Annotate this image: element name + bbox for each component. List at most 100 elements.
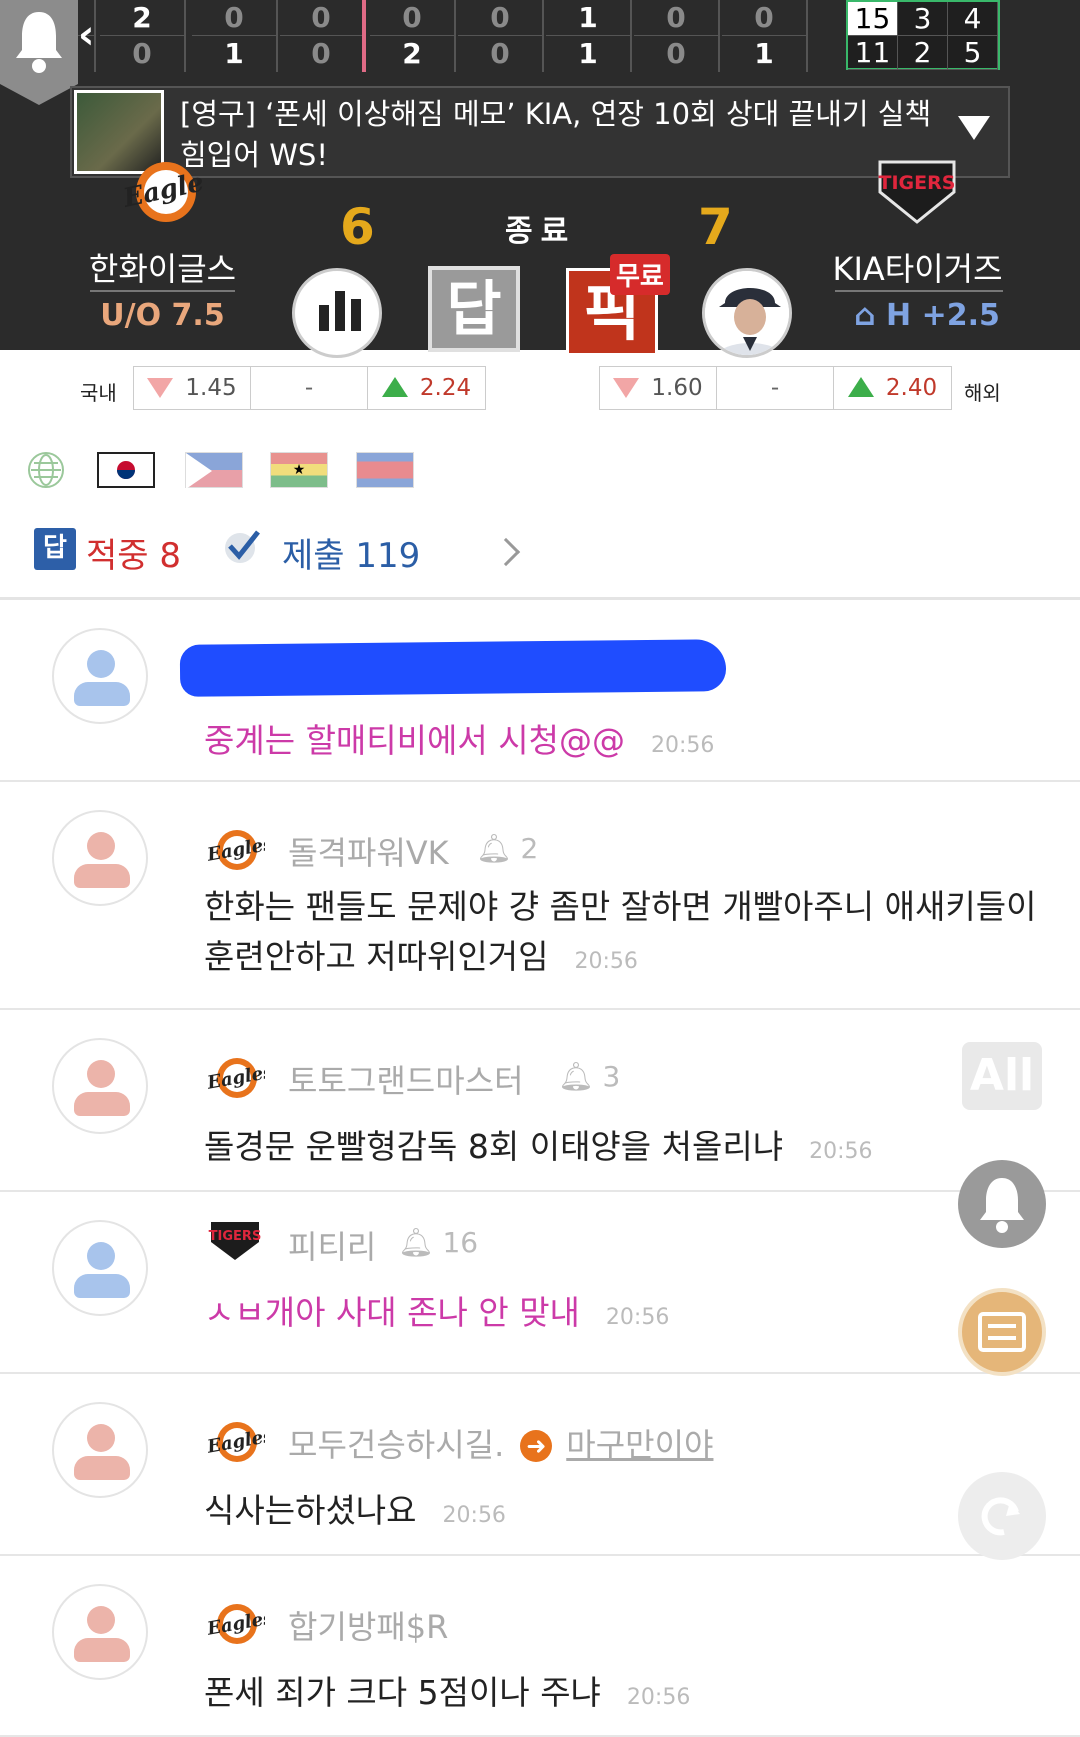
globe-lines-icon <box>31 454 61 486</box>
home-team-line-text: H +2.5 <box>886 298 1000 333</box>
avatar[interactable] <box>52 810 148 906</box>
avatar[interactable] <box>52 1402 148 1498</box>
comment-text-body: 식사는하셨나요 <box>204 1491 417 1530</box>
comment-username[interactable]: 모두건승하시길. ➜ 마구만이야 <box>288 1420 713 1466</box>
comment-text: 돌경문 운빨형감독 8회 이태양을 처올리냐 20:56 <box>204 1122 872 1177</box>
inning-column: 11 <box>546 0 632 72</box>
inning-bottom-score: 0 <box>311 37 331 70</box>
inning-top-score: 0 <box>370 0 454 36</box>
comment-text: ㅅㅂ개아 사대 존나 안 맞내 20:56 <box>204 1288 669 1343</box>
bell-count: 2 <box>520 832 539 865</box>
overseas-odds: 1.60 - 2.40 <box>599 366 952 410</box>
avatar[interactable] <box>52 1220 148 1316</box>
inning-column: 02 <box>370 0 456 72</box>
all-button[interactable]: All <box>962 1042 1042 1110</box>
comment-username[interactable]: 피티리 <box>288 1222 376 1268</box>
flag-cambodia-icon[interactable] <box>356 452 414 488</box>
inning-top-score: 0 <box>192 0 276 36</box>
flag-korea-icon[interactable] <box>97 452 155 488</box>
inning-bottom-score: 1 <box>224 37 244 70</box>
notification-tab[interactable] <box>0 0 78 105</box>
answer-button[interactable]: 답 <box>428 266 520 352</box>
avatar-head <box>87 1242 115 1270</box>
comment-text-body: 중계는 할매티비에서 시청@@ <box>204 721 625 760</box>
comment-item: Eagles 돌격파워VK 🔔︎ 2 한화는 팬들도 문제야 걍 좀만 잘하면 개빨아… <box>0 782 1080 1010</box>
comment-username[interactable]: 토토그랜드마스터 <box>288 1056 524 1102</box>
comment-time: 20:56 <box>650 733 715 758</box>
home-runs: 11 <box>848 36 898 70</box>
username-text[interactable]: 모두건승하시길. <box>288 1426 504 1464</box>
eagles-logo-icon: Eagles <box>205 1056 275 1100</box>
avatar-head <box>87 1606 115 1634</box>
rhe-scoreboard: 15 3 4 11 2 5 <box>846 0 1000 70</box>
avatar-body <box>74 1092 130 1116</box>
list-fab-button[interactable] <box>958 1288 1046 1376</box>
redaction-scribble <box>179 639 727 697</box>
comment-bell: 🔔︎ 3 <box>558 1060 620 1093</box>
inning-top-score: 2 <box>100 0 184 36</box>
tigers-logo-text: TIGERS <box>879 172 956 194</box>
inning-column: 01 <box>722 0 808 72</box>
overseas-draw-odds[interactable]: - <box>717 367 834 409</box>
domestic-home-odds[interactable]: 2.24 <box>368 367 485 409</box>
inning-bottom-score: 0 <box>666 37 686 70</box>
overseas-away-odds[interactable]: 1.60 <box>600 367 717 409</box>
inning-bottom-score: 2 <box>402 37 422 70</box>
away-runs: 15 <box>848 2 898 36</box>
username-text[interactable]: 피티리 <box>288 1228 376 1266</box>
tigers-logo-icon: TIGERS <box>205 1218 265 1262</box>
submit-count: 제출 119 <box>282 536 421 576</box>
domestic-draw-odds[interactable]: - <box>251 367 368 409</box>
bell-count: 16 <box>442 1226 479 1259</box>
flag-ghana-icon[interactable]: ★ <box>270 452 328 488</box>
eagles-logo: Eagles <box>120 162 204 222</box>
player-photo-icon <box>705 271 789 355</box>
avatar[interactable] <box>52 1584 148 1680</box>
refresh-icon <box>981 1497 1020 1536</box>
bell-count: 3 <box>602 1060 621 1093</box>
comment-username[interactable]: 돌격파워VK <box>288 828 449 874</box>
comment-item: Eagles 합기방패$R 폰세 죄가 크다 5점이나 주냐 20:56 <box>0 1556 1080 1737</box>
list-icon <box>978 1312 1026 1352</box>
comment-time: 20:56 <box>605 1305 670 1330</box>
player-button[interactable] <box>702 268 792 358</box>
avatar-body <box>74 864 130 888</box>
inning-column: 00 <box>634 0 720 72</box>
home-icon: ⌂ <box>854 298 876 333</box>
bell-fab-button[interactable] <box>958 1160 1046 1248</box>
avatar[interactable] <box>52 628 148 724</box>
away-score: 6 <box>340 198 375 256</box>
inning-column: 00 <box>458 0 544 72</box>
eagles-logo-icon: Eagles <box>205 1602 275 1646</box>
avatar-head <box>87 1060 115 1088</box>
away-errors: 4 <box>948 2 998 36</box>
comment-text: 한화는 팬들도 문제야 걍 좀만 잘하면 개빨아주니 애새키들이 훈련안하고 저따… <box>204 882 1074 987</box>
inning-top-score: 0 <box>280 0 362 36</box>
domestic-away-odds[interactable]: 1.45 <box>134 367 251 409</box>
mention-link[interactable]: 마구만이야 <box>566 1426 713 1464</box>
globe-icon[interactable] <box>28 452 64 488</box>
arrow-right-icon: ➜ <box>520 1430 553 1462</box>
username-text[interactable]: 돌격파워VK <box>288 834 449 872</box>
bell-icon <box>16 12 62 73</box>
flag-philippines-icon[interactable] <box>185 452 243 489</box>
comment-item: TIGERS 피티리 🔔︎ 16 ㅅㅂ개아 사대 존나 안 맞내 20:56 <box>0 1192 1080 1374</box>
stats-bar: 답 적중 8 제출 119 <box>0 520 1080 600</box>
overseas-home-odds[interactable]: 2.40 <box>834 367 951 409</box>
username-text[interactable]: 토토그랜드마스터 <box>288 1062 524 1100</box>
domestic-odds-label: 국내 <box>80 381 117 405</box>
news-banner[interactable]: [영구] ‘폰세 이상해짐 메모’ KIA, 연장 10회 상대 끝내기 실책 … <box>70 86 1010 178</box>
inning-bottom-score: 0 <box>490 37 510 70</box>
stats-button[interactable] <box>292 268 382 358</box>
expand-triangle-icon[interactable] <box>958 116 990 140</box>
away-hits: 3 <box>898 2 948 36</box>
username-text[interactable]: 합기방패$R <box>288 1608 448 1646</box>
avatar-body <box>74 1638 130 1662</box>
refresh-fab-button[interactable] <box>958 1472 1046 1560</box>
chevron-right-icon[interactable] <box>491 537 521 567</box>
avatar[interactable] <box>52 1038 148 1134</box>
bar-chart-icon-bar <box>335 291 345 331</box>
comment-username[interactable]: 합기방패$R <box>288 1602 448 1648</box>
back-chevron-icon[interactable]: ‹ <box>78 12 94 58</box>
home-team-divider <box>835 290 1003 292</box>
